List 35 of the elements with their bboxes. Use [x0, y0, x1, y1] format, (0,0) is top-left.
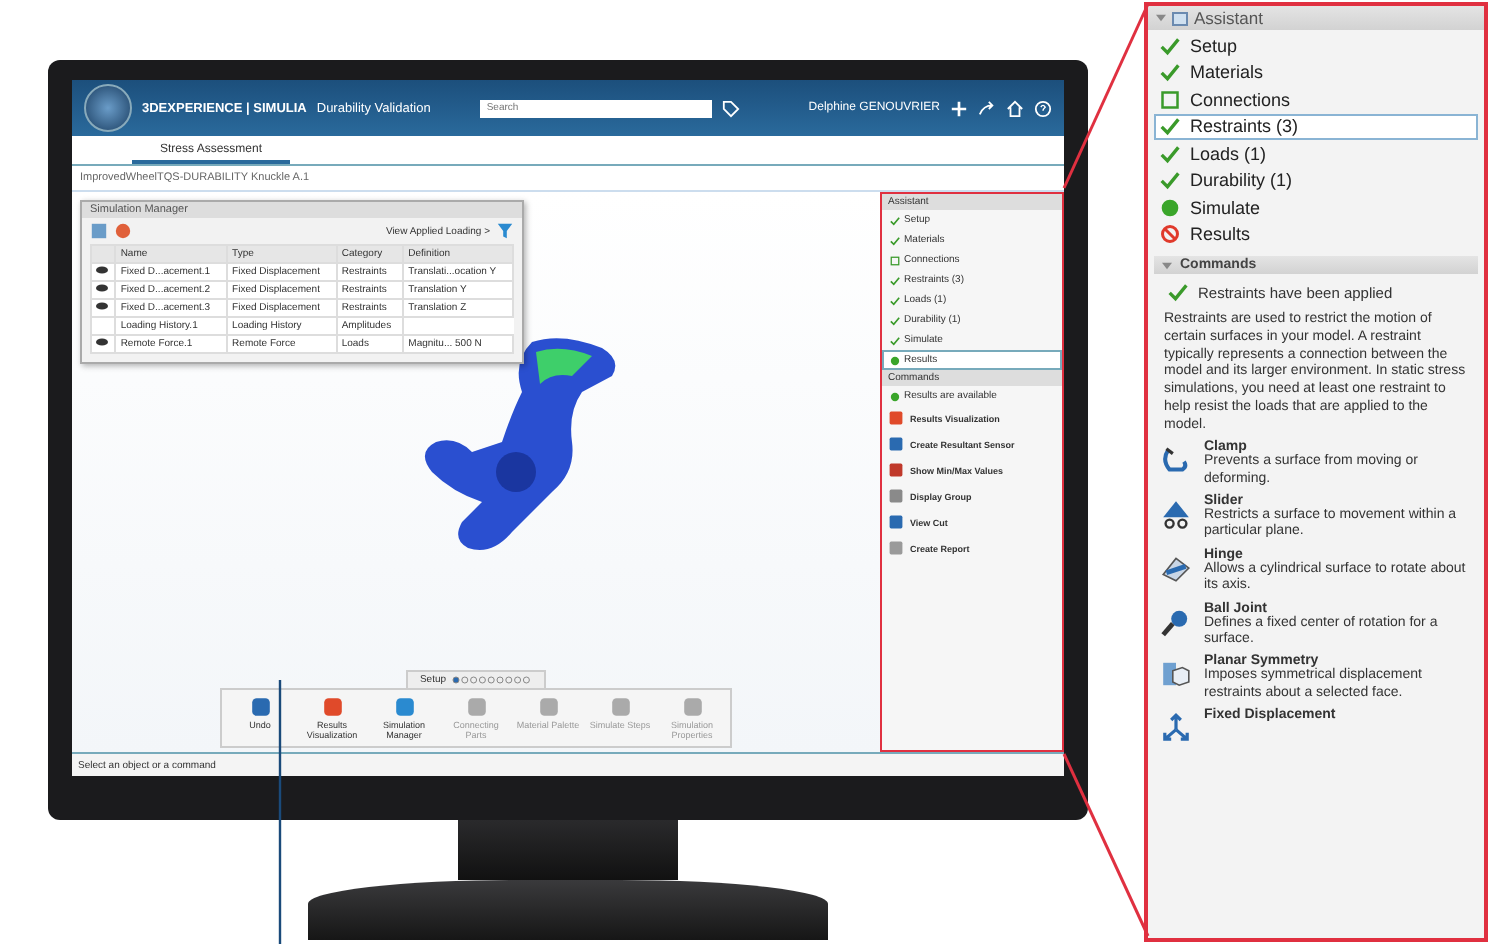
rounded-square-icon [465, 696, 487, 718]
share-icon[interactable] [978, 99, 996, 117]
rounded-square-icon [321, 696, 343, 718]
help-icon[interactable] [1034, 99, 1052, 117]
step-item[interactable]: Loads (1) [1154, 140, 1478, 167]
slider-icon [1160, 498, 1192, 531]
step-item[interactable]: Connections [1154, 86, 1478, 113]
caret-icon[interactable] [1162, 261, 1172, 269]
step-item[interactable]: Simulate [1154, 194, 1478, 221]
step-dots-icon [452, 676, 533, 684]
tag-icon[interactable] [722, 99, 741, 117]
rounded-square-icon [681, 696, 703, 718]
three-arrows-icon [1160, 712, 1192, 745]
ball-joint-icon [1160, 605, 1192, 638]
step-item[interactable]: Results [1154, 221, 1478, 248]
rounded-square-icon [393, 696, 415, 718]
step-item[interactable]: Setup [1154, 32, 1478, 59]
compass-logo-icon [84, 84, 132, 132]
clamp-icon [1160, 444, 1192, 477]
rounded-square-icon [609, 696, 631, 718]
home-icon[interactable] [1006, 99, 1024, 117]
cube-icon [1160, 658, 1192, 691]
step-item[interactable]: Durability (1) [1154, 167, 1478, 194]
panel-title: Assistant [1194, 8, 1263, 28]
plus-icon[interactable] [950, 99, 968, 117]
window-icon [1172, 11, 1188, 25]
check-icon [1168, 282, 1188, 302]
rounded-square-icon [537, 696, 559, 718]
rounded-square-icon [249, 696, 271, 718]
step-item[interactable]: Materials [1154, 59, 1478, 86]
step-item[interactable]: Restraints (3) [1154, 113, 1478, 140]
funnel-icon[interactable] [496, 222, 514, 240]
dot-icon [890, 391, 900, 401]
caret-icon[interactable] [1156, 14, 1166, 22]
eye-icon[interactable] [96, 338, 108, 346]
